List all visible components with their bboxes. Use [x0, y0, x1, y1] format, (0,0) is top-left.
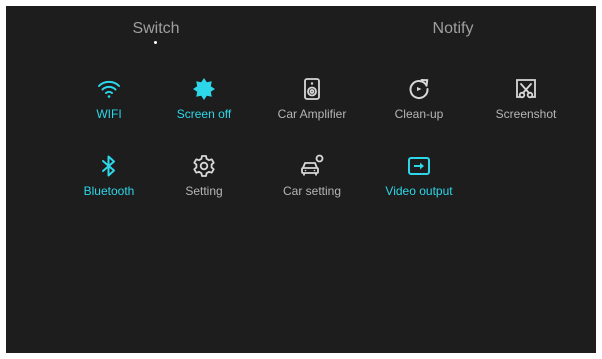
toggle-wifi[interactable]: WIFI: [59, 77, 159, 127]
quick-settings-panel: Switch Notify WIFI Screen off Car Amplif…: [6, 6, 596, 353]
tab-switch[interactable]: Switch: [132, 20, 179, 38]
tile-label-setting: Setting: [185, 184, 223, 198]
tile-label-car-amplifier: Car Amplifier: [277, 107, 347, 121]
toggle-car-amplifier[interactable]: Car Amplifier: [262, 77, 362, 127]
tile-label-screenshot: Screenshot: [495, 107, 557, 121]
tab-notify[interactable]: Notify: [433, 20, 474, 38]
button-car-setting[interactable]: Car setting: [262, 154, 362, 204]
tile-label-bluetooth: Bluetooth: [83, 184, 135, 198]
bluetooth-icon: [97, 154, 121, 178]
wifi-icon: [97, 77, 121, 101]
tile-label-wifi: WIFI: [96, 107, 122, 121]
tile-label-screen-off: Screen off: [176, 107, 232, 121]
tile-label-car-setting: Car setting: [282, 184, 342, 198]
screenshot-scissors-icon: [514, 77, 538, 101]
refresh-icon: [407, 77, 431, 101]
toggle-screen-off[interactable]: Screen off: [154, 77, 254, 127]
button-setting[interactable]: Setting: [154, 154, 254, 204]
video-output-icon: [407, 154, 431, 178]
tile-label-video-output: Video output: [385, 184, 453, 198]
car-gear-icon: [300, 154, 324, 178]
button-screenshot[interactable]: Screenshot: [476, 77, 576, 127]
tile-label-clean-up: Clean-up: [394, 107, 444, 121]
speaker-icon: [300, 77, 324, 101]
button-clean-up[interactable]: Clean-up: [369, 77, 469, 127]
active-tab-indicator: [154, 41, 157, 44]
gear-icon: [192, 154, 216, 178]
sun-icon: [192, 77, 216, 101]
tab-bar: Switch Notify: [6, 6, 596, 56]
toggle-bluetooth[interactable]: Bluetooth: [59, 154, 159, 204]
toggle-video-output[interactable]: Video output: [369, 154, 469, 204]
